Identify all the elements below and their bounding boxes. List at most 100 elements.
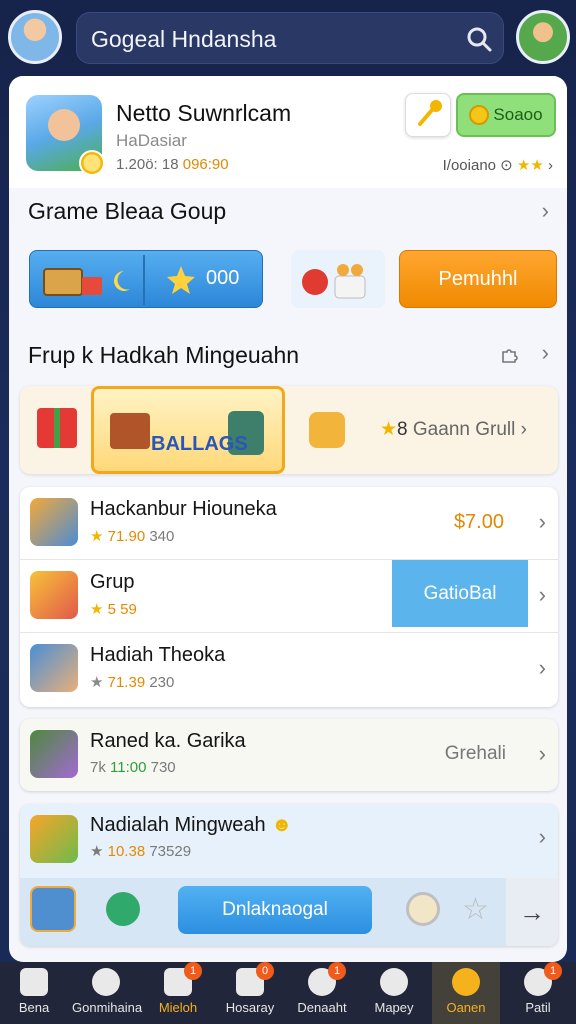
game-list: Hackanbur Hiouneka ★ 71.90 340 $7.00 › G… [20, 487, 558, 707]
profile-stats-value: 096:90 [182, 156, 229, 173]
star-icon: ★ [90, 601, 104, 618]
profile-stats: 1.20ö: 18 096:90 [116, 156, 229, 173]
nav-label: Gonmihaina [72, 1000, 143, 1015]
star-icon: ★ [90, 528, 104, 545]
blue-box-value: 000 [206, 267, 240, 289]
list-item[interactable]: Hadiah Theoka ★ 71.39 230 › [20, 633, 558, 706]
profile-rank[interactable]: I/ooiano ⊙ ★★ › [443, 156, 553, 174]
item-thumbnail [30, 644, 78, 692]
home-icon [20, 968, 48, 996]
community-icon [92, 968, 120, 996]
search-text: Gogeal Hndansha [91, 26, 277, 52]
nav-item-map[interactable]: Mapey [360, 962, 428, 1024]
coins-label: Soaoo [493, 105, 543, 124]
item-value: 5 59 [107, 601, 137, 618]
profile-name: Netto Suwnrlcam [116, 100, 292, 126]
nav-label: Patil [525, 1000, 551, 1015]
treasure-chest-icon [110, 413, 150, 449]
chevron-right-icon: › [520, 419, 527, 440]
download-button[interactable]: Dnlaknaogal [178, 886, 372, 934]
nav-item-home[interactable]: Bena [0, 962, 68, 1024]
clover-icon[interactable] [106, 892, 140, 926]
item-thumbnail [30, 571, 78, 619]
star-icon: ★ [90, 843, 104, 860]
section-title-group: Grame Bleaa Goup [28, 198, 227, 224]
item-meta-prefix: 7k [90, 759, 106, 776]
nav-item-more[interactable]: 1 Patil [504, 962, 572, 1024]
list-item[interactable]: Grup ★ 5 59 GatioBal › [20, 560, 558, 633]
action-bar: Dnlaknaogal ☆ → [20, 878, 558, 946]
nav-label: Mapey [374, 1000, 414, 1015]
item-count: 730 [150, 759, 176, 776]
favorite-star-icon[interactable]: ☆ [462, 892, 489, 927]
orange-action-button[interactable]: Pemuhhl [399, 250, 557, 308]
profile-header: Netto Suwnrlcam HaDasiar 1.20ö: 18 096:9… [9, 76, 567, 188]
coin-icon [469, 105, 490, 125]
notification-badge: 1 [184, 962, 202, 980]
gift-icon[interactable] [37, 408, 77, 448]
arrow-right-icon[interactable]: → [506, 878, 558, 946]
chevron-right-icon[interactable]: › [542, 198, 549, 224]
item-price: $7.00 [453, 511, 504, 533]
star-icon: ★ [380, 419, 398, 440]
game-thumbnail[interactable] [30, 886, 76, 932]
item-title: Hackanbur Hiouneka [90, 498, 277, 520]
featured-card: Nadialah Mingweah ☻ ★ 10.38 73529 › Dnla… [20, 804, 558, 946]
item-value: 11:00 [110, 759, 147, 776]
item-title: Raned ka. Garika [90, 730, 246, 752]
bolt-icon [167, 266, 195, 294]
star-icon: ★★ [516, 157, 544, 174]
blue-reward-box[interactable]: 000 [29, 250, 263, 308]
item-title: Nadialah Mingweah ☻ [90, 814, 292, 837]
item-count: 73529 [149, 843, 192, 860]
star-icon: ★ [90, 674, 104, 691]
nav-label: Bena [18, 1000, 50, 1015]
chevron-right-icon[interactable]: › [542, 340, 549, 366]
list-item[interactable]: Raned ka. Garika 7k 11:00 730 Grehali › [20, 719, 558, 791]
key-button[interactable] [405, 93, 451, 137]
nav-item-missions[interactable]: 1 Mieloh [144, 962, 212, 1024]
item-right-label: Grehali [444, 743, 506, 764]
item-count: 340 [149, 528, 175, 545]
key-icon [418, 100, 442, 126]
user-avatar[interactable] [8, 10, 62, 64]
puzzle-icon[interactable] [499, 344, 519, 364]
section-title-rewards: Frup k Hadkah Mingeuahn [28, 342, 300, 368]
item-thumbnail [30, 498, 78, 546]
list-item[interactable]: Hackanbur Hiouneka ★ 71.90 340 $7.00 › [20, 487, 558, 560]
bonus-box[interactable]: BALLAGS [91, 386, 285, 474]
chevron-right-icon: › [538, 582, 546, 607]
treasure-icon [43, 268, 130, 296]
emoji-icon: ☻ [271, 814, 293, 836]
fruit-basket-box[interactable] [291, 250, 385, 308]
chevron-right-icon[interactable]: › [539, 824, 546, 850]
toast-icon[interactable] [309, 412, 345, 448]
profile-stats-prefix: 1.20ö: 18 [116, 156, 179, 173]
item-meta: ★ 5 59 [90, 600, 137, 618]
nav-item-history[interactable]: 0 Hosaray [216, 962, 284, 1024]
item-title: Hadiah Theoka [90, 644, 226, 666]
profile-rank-text: I/ooiano ⊙ [442, 157, 513, 174]
item-thumbnail [30, 815, 78, 863]
nav-item-sports[interactable]: 1 Denaaht [288, 962, 356, 1024]
nav-item-profile[interactable]: Oanen [432, 962, 500, 1024]
friend-avatar[interactable] [516, 10, 570, 64]
map-icon [380, 968, 408, 996]
profile-icon [452, 968, 480, 996]
search-icon[interactable] [465, 25, 493, 53]
nav-item-community[interactable]: Gonmihaina [72, 962, 143, 1024]
bonus-info[interactable]: ★8 Gaann Grull › [380, 418, 527, 441]
main-card: Netto Suwnrlcam HaDasiar 1.20ö: 18 096:9… [9, 76, 567, 962]
coins-button[interactable]: Soaoo [456, 93, 556, 137]
nav-label: Denaaht [297, 1000, 347, 1015]
search-bar[interactable]: Gogeal Hndansha [76, 12, 504, 64]
item-meta: ★ 71.90 340 [90, 527, 174, 545]
refresh-icon[interactable] [406, 892, 440, 926]
bonus-text: Gaann Grull [412, 419, 516, 440]
fruit-basket-icon [302, 264, 366, 299]
item-action-button[interactable]: GatioBal [392, 560, 528, 627]
item-title-text: Nadialah Mingweah [90, 814, 266, 836]
item-meta: ★ 71.39 230 [90, 673, 174, 691]
item-value: 71.39 [107, 674, 146, 691]
divider [143, 255, 145, 305]
